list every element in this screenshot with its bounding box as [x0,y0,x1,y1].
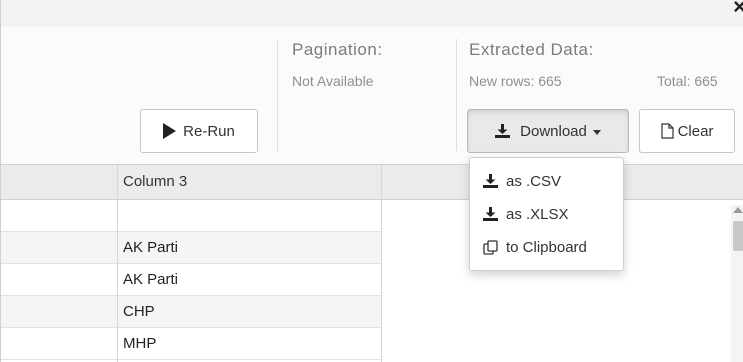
download-icon [495,124,511,138]
table-row: AK Parti [1,264,381,296]
scrollbar-thumb[interactable] [733,221,743,251]
download-button[interactable]: Download [467,109,629,153]
scraper-panel: × Pagination: Not Available Extracted Da… [0,0,743,362]
menu-item-label: to Clipboard [506,238,587,256]
rerun-button[interactable]: Re-Run [140,109,258,153]
download-icon [483,174,498,188]
table-row: CHP [1,296,381,328]
download-menu: as .CSV as .XLSX to Clipboard [469,157,624,271]
toolbar-divider [277,39,278,151]
extracted-data-title: Extracted Data: [469,40,594,59]
table-row [1,200,381,232]
table-header: Column 3 [1,165,743,200]
clear-button[interactable]: Clear [639,109,735,153]
column-divider [117,165,118,362]
column-header[interactable] [7,165,117,199]
scroll-up-icon[interactable] [733,207,743,213]
table-row: AK Parti [1,232,381,264]
column-header[interactable]: Column 3 [123,165,373,199]
column-divider [381,165,382,362]
table-cell: CHP [123,303,155,320]
menu-item-csv[interactable]: as .CSV [470,165,623,197]
clipboard-icon [483,239,498,255]
pagination-title: Pagination: [292,40,383,59]
download-label: Download [520,122,587,140]
data-table: Column 3 AK Parti AK Parti CHP MHP [1,165,743,362]
menu-item-label: as .XLSX [506,205,569,223]
close-icon[interactable]: × [733,0,743,20]
toolbar: Pagination: Not Available Extracted Data… [1,27,743,165]
rerun-label: Re-Run [183,122,235,140]
download-icon [483,207,498,221]
title-bar: × [1,0,743,28]
new-rows-count: New rows: 665 [469,73,562,89]
menu-item-label: as .CSV [506,172,562,190]
chevron-down-icon [592,129,601,135]
menu-item-xlsx[interactable]: as .XLSX [470,198,623,230]
toolbar-divider [456,39,457,151]
pagination-value: Not Available [292,73,374,89]
total-rows-count: Total: 665 [657,73,718,89]
clear-label: Clear [677,122,714,140]
document-icon [660,123,674,139]
menu-item-clipboard[interactable]: to Clipboard [470,231,623,263]
play-icon [163,123,177,139]
table-cell: AK Parti [123,271,179,288]
table-row: MHP [1,328,381,360]
table-cell: AK Parti [123,239,179,256]
table-cell: MHP [123,335,157,352]
